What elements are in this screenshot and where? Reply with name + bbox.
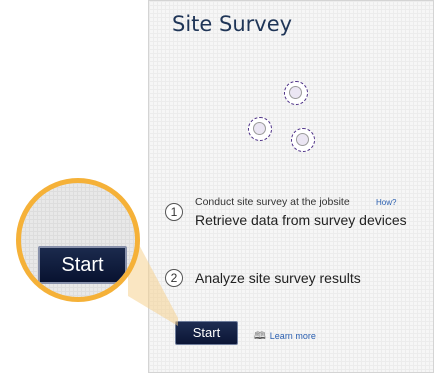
start-button-zoomed[interactable]: Start — [38, 246, 127, 284]
magnifier-callout: Start — [16, 178, 140, 302]
